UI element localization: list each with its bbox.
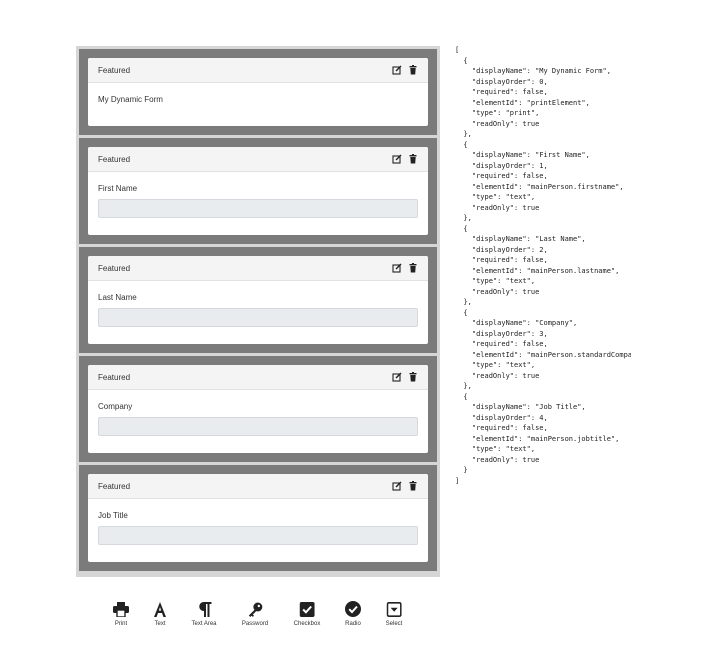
drop-slot[interactable]: Featured Company bbox=[79, 356, 437, 462]
tool-radio[interactable]: Radio bbox=[345, 600, 361, 627]
edit-icon[interactable] bbox=[392, 154, 402, 164]
form-element-card[interactable]: Featured First Name bbox=[88, 147, 428, 235]
tool-label: Select bbox=[385, 621, 403, 627]
delete-icon[interactable] bbox=[408, 372, 418, 382]
printer-icon bbox=[113, 600, 129, 618]
paragraph-icon bbox=[191, 600, 216, 618]
tool-checkbox[interactable]: Checkbox bbox=[293, 600, 321, 627]
field-label: Company bbox=[98, 402, 133, 411]
delete-icon[interactable] bbox=[408, 65, 418, 75]
card-header: Featured bbox=[88, 256, 428, 281]
card-header: Featured bbox=[88, 474, 428, 499]
card-header: Featured bbox=[88, 147, 428, 172]
tool-textarea[interactable]: Text Area bbox=[191, 600, 217, 627]
tool-label: Checkbox bbox=[293, 621, 321, 627]
checkbox-icon bbox=[294, 600, 321, 618]
field-label: First Name bbox=[98, 184, 138, 193]
key-icon bbox=[242, 600, 268, 618]
select-dropdown-icon bbox=[386, 600, 403, 618]
card-header-title: Featured bbox=[98, 154, 131, 164]
field-label: Job Title bbox=[98, 511, 128, 520]
job-title-input[interactable] bbox=[98, 526, 418, 545]
form-element-card[interactable]: Featured Company bbox=[88, 365, 428, 453]
form-element-card[interactable]: Featured Job Title bbox=[88, 474, 428, 562]
tool-label: Text bbox=[154, 621, 166, 627]
json-preview: [ { "displayName": "My Dynamic Form", "d… bbox=[455, 46, 631, 485]
card-header-title: Featured bbox=[98, 372, 131, 382]
delete-icon[interactable] bbox=[408, 481, 418, 491]
edit-icon[interactable] bbox=[392, 263, 402, 273]
delete-icon[interactable] bbox=[408, 154, 418, 164]
company-input[interactable] bbox=[98, 417, 418, 436]
first-name-input[interactable] bbox=[98, 199, 418, 218]
card-header: Featured bbox=[88, 365, 428, 390]
text-icon bbox=[153, 600, 167, 618]
card-header-title: Featured bbox=[98, 481, 131, 491]
tool-select[interactable]: Select bbox=[385, 600, 403, 627]
drop-slot[interactable]: Featured Job Title bbox=[79, 465, 437, 571]
tool-label: Password bbox=[241, 621, 269, 627]
form-element-card[interactable]: Featured Last Name bbox=[88, 256, 428, 344]
drop-slot[interactable]: Featured My Dynamic Form bbox=[79, 49, 437, 135]
tool-label: Radio bbox=[345, 621, 361, 627]
form-title-text: My Dynamic Form bbox=[98, 95, 163, 104]
card-header-title: Featured bbox=[98, 65, 131, 75]
tool-label: Print bbox=[114, 621, 128, 627]
edit-icon[interactable] bbox=[392, 65, 402, 75]
drop-slot[interactable]: Featured Last Name bbox=[79, 247, 437, 353]
form-element-card[interactable]: Featured My Dynamic Form bbox=[88, 58, 428, 126]
check-circle-icon bbox=[345, 600, 361, 618]
last-name-input[interactable] bbox=[98, 308, 418, 327]
edit-icon[interactable] bbox=[392, 481, 402, 491]
drop-slot[interactable]: Featured First Name bbox=[79, 138, 437, 244]
edit-icon[interactable] bbox=[392, 372, 402, 382]
card-header: Featured bbox=[88, 58, 428, 83]
tool-text[interactable]: Text bbox=[153, 600, 167, 627]
delete-icon[interactable] bbox=[408, 263, 418, 273]
field-label: Last Name bbox=[98, 293, 137, 302]
card-header-title: Featured bbox=[98, 263, 131, 273]
tool-password[interactable]: Password bbox=[242, 600, 268, 627]
tool-print[interactable]: Print bbox=[113, 600, 129, 627]
form-builder-area: Featured My Dynamic Form Featured First … bbox=[76, 46, 440, 577]
tool-label: Text Area bbox=[191, 621, 217, 627]
element-toolbox: Print Text Text Area Password Checkbox R… bbox=[106, 600, 416, 636]
